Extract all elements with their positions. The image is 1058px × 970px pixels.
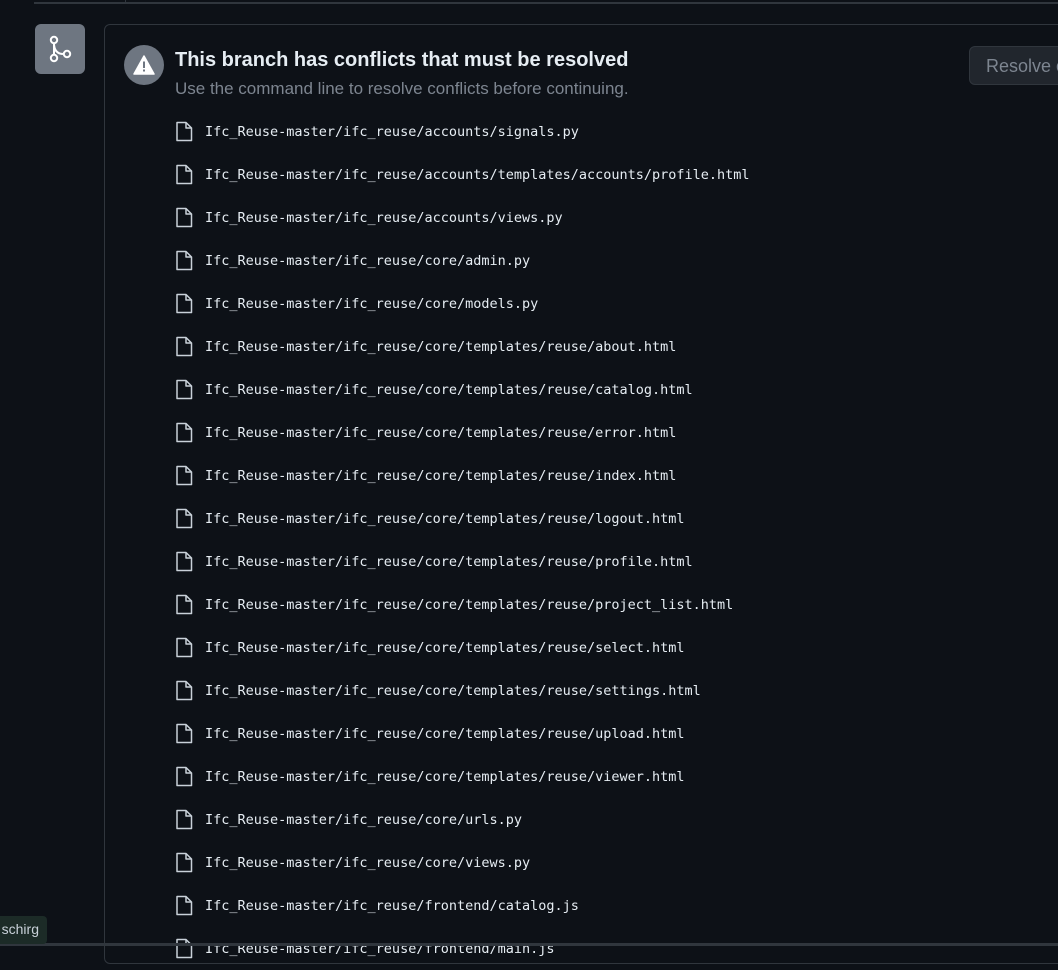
file-icon [175,680,195,702]
file-path: Ifc_Reuse-master/ifc_reuse/core/template… [205,467,677,484]
resolve-conflicts-button[interactable]: Resolve c [969,46,1058,85]
file-path: Ifc_Reuse-master/ifc_reuse/core/views.py [205,854,531,871]
file-icon [175,637,195,659]
conflict-file-item: Ifc_Reuse-master/ifc_reuse/accounts/temp… [175,153,1015,196]
conflict-file-item: Ifc_Reuse-master/ifc_reuse/core/template… [175,626,1015,669]
conflict-file-item: Ifc_Reuse-master/ifc_reuse/core/template… [175,411,1015,454]
conflict-file-item: Ifc_Reuse-master/ifc_reuse/core/admin.py [175,239,1015,282]
conflict-file-item: Ifc_Reuse-master/ifc_reuse/core/template… [175,540,1015,583]
file-icon [175,852,195,874]
file-path: Ifc_Reuse-master/ifc_reuse/core/template… [205,424,677,441]
file-icon [175,379,195,401]
conflict-file-item: Ifc_Reuse-master/ifc_reuse/core/models.p… [175,282,1015,325]
file-path: Ifc_Reuse-master/ifc_reuse/accounts/temp… [205,166,750,183]
file-path: Ifc_Reuse-master/ifc_reuse/core/template… [205,381,693,398]
file-icon [175,465,195,487]
file-icon [175,508,195,530]
conflict-file-item: Ifc_Reuse-master/ifc_reuse/frontend/cata… [175,884,1015,927]
file-path: Ifc_Reuse-master/ifc_reuse/core/urls.py [205,811,522,828]
conflict-file-item: Ifc_Reuse-master/ifc_reuse/accounts/view… [175,196,1015,239]
conflict-file-item: Ifc_Reuse-master/ifc_reuse/core/template… [175,712,1015,755]
conflict-file-item: Ifc_Reuse-master/ifc_reuse/core/template… [175,368,1015,411]
timeline-tick [125,0,126,4]
file-icon [175,723,195,745]
file-path: Ifc_Reuse-master/ifc_reuse/core/template… [205,553,693,570]
file-icon [175,895,195,917]
file-path: Ifc_Reuse-master/ifc_reuse/frontend/cata… [205,897,579,914]
file-path: Ifc_Reuse-master/ifc_reuse/core/template… [205,768,685,785]
conflict-file-item: Ifc_Reuse-master/ifc_reuse/core/template… [175,454,1015,497]
alert-icon [124,45,164,85]
file-path: Ifc_Reuse-master/ifc_reuse/core/template… [205,596,734,613]
file-icon [175,207,195,229]
conflict-file-item: Ifc_Reuse-master/ifc_reuse/core/template… [175,497,1015,540]
file-icon [175,809,195,831]
file-icon [175,766,195,788]
user-tag[interactable]: schirg [0,916,47,944]
conflicting-files-list: Ifc_Reuse-master/ifc_reuse/accounts/sign… [175,110,1015,970]
timeline-divider [34,2,1058,4]
file-path: Ifc_Reuse-master/ifc_reuse/core/template… [205,510,685,527]
file-icon [175,594,195,616]
file-path: Ifc_Reuse-master/ifc_reuse/core/template… [205,725,685,742]
conflict-file-item: Ifc_Reuse-master/ifc_reuse/accounts/sign… [175,110,1015,153]
file-path: Ifc_Reuse-master/ifc_reuse/core/template… [205,639,685,656]
file-icon [175,164,195,186]
file-path: Ifc_Reuse-master/ifc_reuse/accounts/sign… [205,123,579,140]
conflict-file-item: Ifc_Reuse-master/ifc_reuse/core/template… [175,755,1015,798]
file-path: Ifc_Reuse-master/ifc_reuse/core/template… [205,338,677,355]
conflict-subtitle: Use the command line to resolve conflict… [175,79,629,98]
conflict-file-item: Ifc_Reuse-master/ifc_reuse/core/template… [175,669,1015,712]
conflict-file-item: Ifc_Reuse-master/ifc_reuse/core/views.py [175,841,1015,884]
conflict-file-item: Ifc_Reuse-master/ifc_reuse/core/template… [175,583,1015,626]
conflict-file-item: Ifc_Reuse-master/ifc_reuse/core/urls.py [175,798,1015,841]
file-path: Ifc_Reuse-master/ifc_reuse/core/admin.py [205,252,531,269]
conflict-file-item: Ifc_Reuse-master/ifc_reuse/frontend/main… [175,927,1015,970]
file-path: Ifc_Reuse-master/ifc_reuse/core/template… [205,682,701,699]
git-merge-icon [35,24,85,74]
file-path: Ifc_Reuse-master/ifc_reuse/core/models.p… [205,295,539,312]
file-icon [175,121,195,143]
file-icon [175,938,195,960]
file-icon [175,551,195,573]
file-icon [175,293,195,315]
file-icon [175,250,195,272]
conflict-file-item: Ifc_Reuse-master/ifc_reuse/core/template… [175,325,1015,368]
conflict-title: This branch has conflicts that must be r… [175,49,629,71]
file-icon [175,336,195,358]
file-icon [175,422,195,444]
file-path: Ifc_Reuse-master/ifc_reuse/accounts/view… [205,209,563,226]
